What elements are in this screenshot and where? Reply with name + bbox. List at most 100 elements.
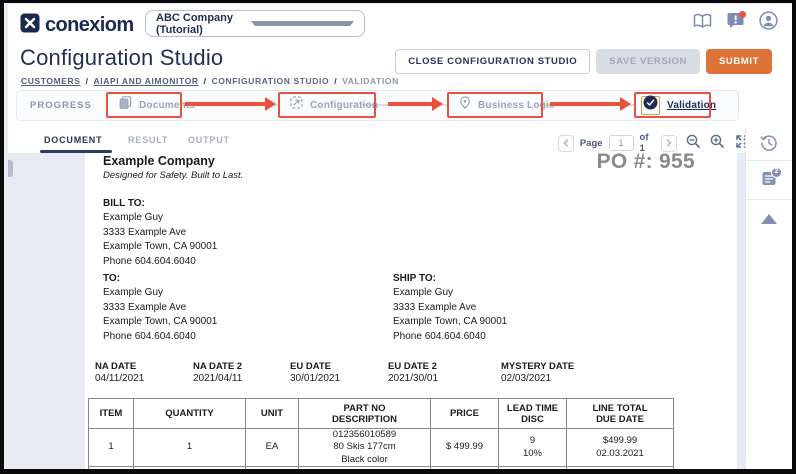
progress-step-documents[interactable]: Documents [119, 92, 195, 118]
zoom-out-button[interactable] [685, 134, 702, 152]
ship-to-line: 3333 Example Ave [393, 302, 476, 313]
doc-tagline: Designed for Safety. Built to Last. [103, 170, 243, 181]
line-items-table: ITEM QUANTITY UNIT PART NODESCRIPTION PR… [88, 398, 674, 469]
documentation-button[interactable] [692, 12, 712, 32]
date-label: MYSTERY DATE [501, 361, 574, 372]
cell-line-total: $499.99 02.03.2021 [567, 429, 674, 467]
cell-part-no: 012356010589 80 Skis 177cm Black color [299, 429, 431, 467]
breadcrumb-customers[interactable]: CUSTOMERS [21, 76, 81, 86]
save-version-button[interactable]: SAVE VERSION [596, 49, 700, 74]
col-part-no: PART NODESCRIPTION [299, 399, 431, 429]
previous-page-button[interactable] [558, 135, 574, 152]
col-item: ITEM [89, 399, 134, 429]
date-value: 2021/04/11 [193, 373, 242, 384]
col-quantity: QUANTITY [134, 399, 246, 429]
date-label: EU DATE [290, 361, 340, 372]
next-page-button[interactable] [661, 135, 677, 152]
company-selector-value: ABC Company (Tutorial) [156, 12, 251, 36]
date-field-eu2: EU DATE 2 2021/30/01 [388, 361, 438, 384]
step-label-validation: Validation [667, 100, 716, 111]
triangle-up-icon [761, 214, 777, 224]
validation-icon [643, 95, 658, 115]
right-icon-rail: 2 [745, 128, 792, 469]
cell-quantity: 1 [134, 429, 246, 467]
ship-to-line: Phone 604.604.6040 [393, 331, 486, 342]
ship-to-line: Example Town, CA 90001 [393, 316, 507, 327]
table-row-clipped [89, 467, 674, 469]
page-label: Page [580, 138, 603, 149]
date-label: EU DATE 2 [388, 361, 438, 372]
date-label: NA DATE [95, 361, 144, 372]
app-window: conexiom ABC Company (Tutorial) [0, 0, 796, 474]
conexiom-logo: conexiom [20, 13, 134, 38]
date-value: 30/01/2021 [290, 373, 340, 384]
notification-dot [739, 11, 746, 18]
page-number-input[interactable] [609, 135, 634, 151]
date-value: 02/03/2021 [501, 373, 574, 384]
conexiom-logo-icon [20, 13, 40, 38]
po-document-page: Example Company Designed for Safety. Bui… [85, 153, 737, 469]
submit-button[interactable]: SUBMIT [706, 49, 772, 74]
app-content: conexiom ABC Company (Tutorial) [4, 3, 792, 469]
bill-to-line: Example Town, CA 90001 [103, 241, 217, 252]
history-clock-icon [760, 134, 778, 155]
zoom-in-icon [710, 134, 725, 152]
collapse-panel-button[interactable] [746, 200, 792, 238]
date-field-eu: EU DATE 30/01/2021 [290, 361, 340, 384]
zoom-in-button[interactable] [710, 134, 727, 152]
version-history-button[interactable] [746, 128, 792, 161]
book-icon [693, 13, 712, 32]
close-configuration-studio-button[interactable]: CLOSE CONFIGURATION STUDIO [395, 49, 590, 74]
configuration-icon [290, 96, 303, 114]
bill-to-label: BILL TO: [103, 198, 145, 209]
to-line: Phone 604.604.6040 [103, 331, 196, 342]
account-button[interactable] [758, 12, 778, 32]
breadcrumb-customer-name[interactable]: AIAPI AND AIMONITOR [94, 76, 199, 86]
breadcrumb-validation: VALIDATION [342, 76, 399, 86]
date-value: 2021/30/01 [388, 373, 438, 384]
progress-step-validation[interactable]: Validation [641, 92, 716, 118]
chevron-down-icon [251, 21, 354, 26]
tab-result[interactable]: RESULT [128, 135, 168, 145]
panel-drag-handle[interactable] [8, 160, 13, 177]
dates-row: NA DATE 04/11/2021 NA DATE 2 2021/04/11 … [85, 361, 737, 391]
to-label: TO: [103, 273, 120, 284]
progress-step-business-logic[interactable]: Business Logic [459, 92, 555, 118]
notes-button[interactable]: 2 [746, 161, 792, 200]
cell-item: 1 [89, 429, 134, 467]
cell-unit: EA [246, 429, 299, 467]
pager-controls: Page of 1 [558, 132, 751, 154]
cell-lead-time: 9 10% [499, 429, 567, 467]
company-selector[interactable]: ABC Company (Tutorial) [145, 10, 365, 37]
documents-icon [119, 96, 132, 114]
col-line-total: LINE TOTALDUE DATE [567, 399, 674, 429]
breadcrumb-separator: / [86, 76, 89, 86]
breadcrumb-separator: / [334, 76, 337, 86]
ship-to-line: Example Guy [393, 287, 453, 298]
table-row: 1 1 EA 012356010589 80 Skis 177cm Black … [89, 429, 674, 467]
doc-company-name: Example Company [103, 154, 215, 168]
table-header-row: ITEM QUANTITY UNIT PART NODESCRIPTION PR… [89, 399, 674, 429]
breadcrumb: CUSTOMERS / AIAPI AND AIMONITOR / CONFIG… [21, 76, 399, 86]
alerts-button[interactable] [725, 12, 745, 32]
date-label: NA DATE 2 [193, 361, 242, 372]
col-lead-time: LEAD TIMEDISC [499, 399, 567, 429]
date-field-na: NA DATE 04/11/2021 [95, 361, 144, 384]
cell-price: $ 499.99 [431, 429, 499, 467]
tab-document[interactable]: DOCUMENT [44, 135, 102, 145]
date-field-mystery: MYSTERY DATE 02/03/2021 [501, 361, 574, 384]
notes-count-badge: 2 [771, 167, 782, 178]
validation-focus-box [641, 96, 660, 115]
col-price: PRICE [431, 399, 499, 429]
bill-to-line: Example Guy [103, 212, 163, 223]
to-line: Example Town, CA 90001 [103, 316, 217, 327]
tab-output[interactable]: OUTPUT [188, 135, 230, 145]
progress-step-configuration[interactable]: Configuration [290, 92, 378, 118]
step-connector [182, 104, 278, 106]
to-line: 3333 Example Ave [103, 302, 186, 313]
breadcrumb-separator: / [204, 76, 207, 86]
date-field-na2: NA DATE 2 2021/04/11 [193, 361, 242, 384]
viewer-tabbar: DOCUMENT RESULT OUTPUT Page of 1 [8, 128, 745, 153]
step-label-business-logic: Business Logic [478, 100, 555, 111]
progress-label: PROGRESS [30, 100, 92, 111]
